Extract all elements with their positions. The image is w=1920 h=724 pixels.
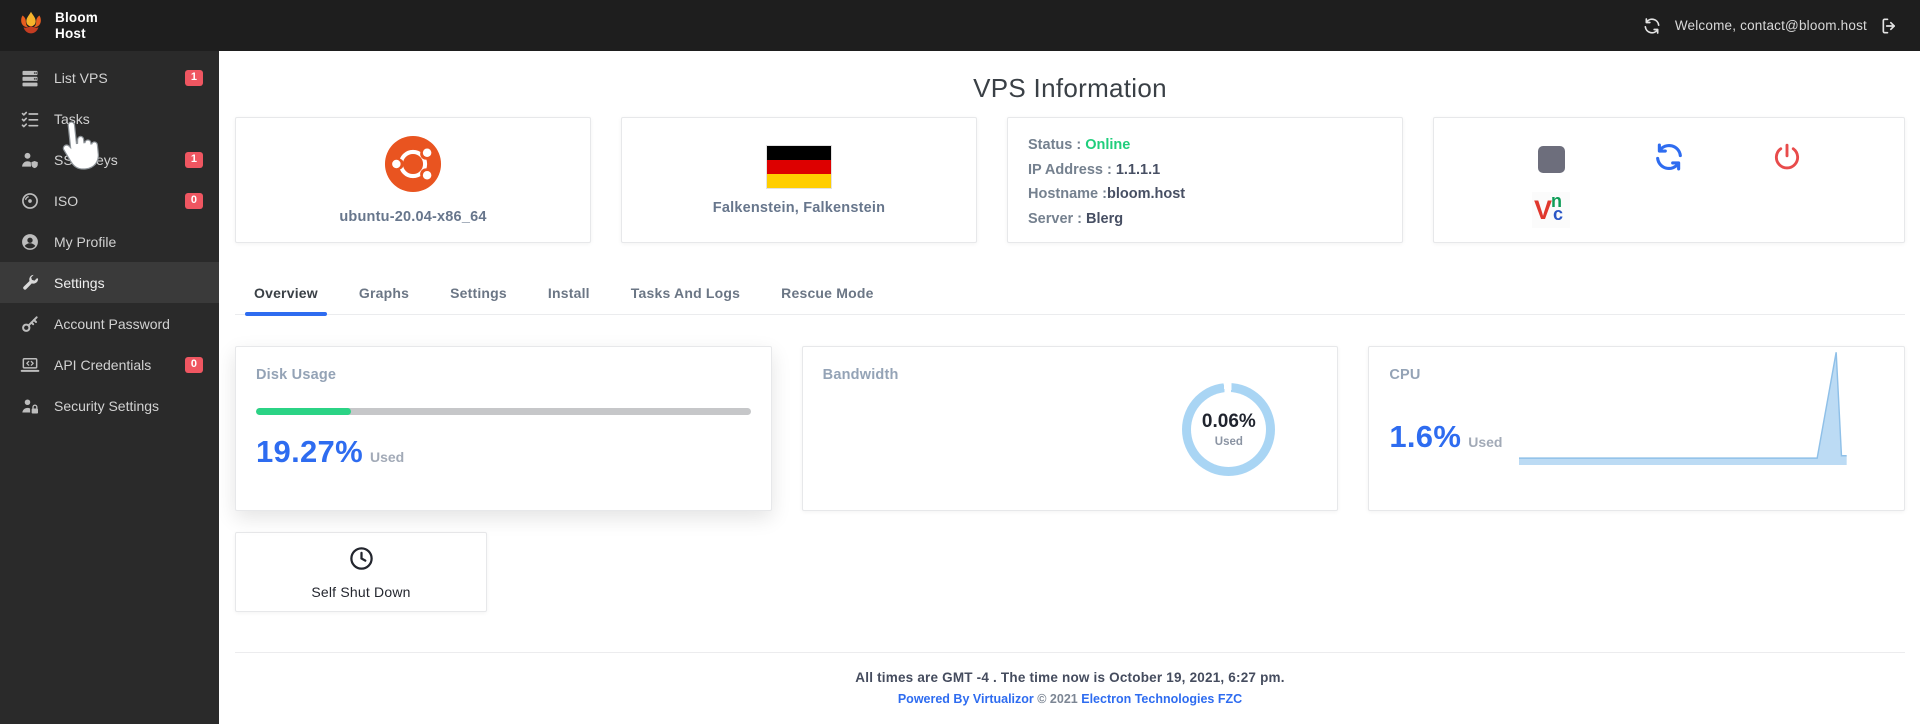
power-controls-card: V n c bbox=[1433, 117, 1905, 243]
os-name: ubuntu-20.04-x86_64 bbox=[339, 209, 486, 225]
page-title: VPS Information bbox=[235, 73, 1905, 104]
sidebar-item-label: List VPS bbox=[54, 70, 108, 86]
badge-count: 1 bbox=[185, 152, 203, 168]
welcome-text: Welcome, contact@bloom.host bbox=[1675, 18, 1867, 33]
refresh-icon[interactable] bbox=[1642, 16, 1662, 36]
disk-usage-card: Disk Usage 19.27% Used bbox=[235, 346, 772, 511]
bandwidth-donut-chart: 0.06% Used bbox=[1182, 383, 1275, 476]
tab-rescue-mode[interactable]: Rescue Mode bbox=[772, 285, 882, 314]
disk-progress-bar bbox=[256, 408, 751, 415]
badge-count: 0 bbox=[185, 193, 203, 209]
server-value: Blerg bbox=[1086, 211, 1123, 227]
sidebar-item-label: Settings bbox=[54, 275, 105, 291]
user-lock-icon bbox=[20, 396, 40, 416]
hostname-row: Hostname :bloom.host bbox=[1028, 182, 1382, 207]
info-cards-row: ubuntu-20.04-x86_64 Falkenstein, Falkens… bbox=[235, 117, 1905, 243]
sidebar-item-iso[interactable]: ISO 0 bbox=[0, 180, 219, 221]
user-shield-icon bbox=[20, 150, 40, 170]
footer-credits: Powered By Virtualizor © 2021 Electron T… bbox=[235, 692, 1905, 706]
tasks-icon bbox=[20, 109, 40, 129]
tab-graphs[interactable]: Graphs bbox=[350, 285, 418, 314]
status-card: Status : Online IP Address : 1.1.1.1 Hos… bbox=[1007, 117, 1403, 243]
hostname-value: bloom.host bbox=[1107, 186, 1185, 202]
powered-by-link[interactable]: Powered By Virtualizor bbox=[898, 692, 1034, 706]
sidebar-item-list-vps[interactable]: List VPS 1 bbox=[0, 57, 219, 98]
disc-icon bbox=[20, 191, 40, 211]
cpu-area-fill bbox=[1519, 352, 1847, 465]
cpu-area-line bbox=[1519, 352, 1847, 458]
status-online-value: Online bbox=[1085, 137, 1130, 153]
app-root: Bloom Host Welcome, contact@bloom.host bbox=[0, 0, 1920, 724]
bandwidth-percent-value: 0.06% bbox=[1202, 411, 1256, 433]
sidebar-item-account-password[interactable]: Account Password bbox=[0, 303, 219, 344]
cpu-used-label: Used bbox=[1468, 434, 1502, 450]
sidebar-item-settings[interactable]: Settings bbox=[0, 262, 219, 303]
restart-icon[interactable] bbox=[1652, 140, 1686, 179]
sidebar-item-tasks[interactable]: Tasks bbox=[0, 98, 219, 139]
self-shutdown-label: Self Shut Down bbox=[311, 584, 410, 600]
copyright-text: © 2021 bbox=[1037, 692, 1078, 706]
badge-count: 1 bbox=[185, 70, 203, 86]
sidebar-item-label: My Profile bbox=[54, 234, 116, 250]
bandwidth-title: Bandwidth bbox=[823, 367, 1318, 383]
topbar: Bloom Host Welcome, contact@bloom.host bbox=[0, 0, 1920, 51]
tab-tasks-and-logs[interactable]: Tasks And Logs bbox=[622, 285, 749, 314]
company-link[interactable]: Electron Technologies FZC bbox=[1081, 692, 1242, 706]
ip-row: IP Address : 1.1.1.1 bbox=[1028, 158, 1382, 183]
laptop-code-icon bbox=[20, 355, 40, 375]
tab-overview[interactable]: Overview bbox=[245, 285, 327, 314]
tab-settings[interactable]: Settings bbox=[441, 285, 516, 314]
clock-icon bbox=[348, 545, 375, 577]
logout-icon[interactable] bbox=[1880, 16, 1900, 36]
cpu-percent-value: 1.6% bbox=[1389, 419, 1461, 455]
vnc-logo-icon[interactable]: V n c bbox=[1532, 192, 1570, 228]
bandwidth-card: Bandwidth 0.06% Used bbox=[802, 346, 1339, 511]
location-card[interactable]: Falkenstein, Falkenstein bbox=[621, 117, 977, 243]
cpu-area-chart bbox=[1519, 350, 1847, 465]
stop-square-icon[interactable] bbox=[1538, 146, 1565, 173]
key-icon bbox=[20, 314, 40, 334]
vps-tabs: Overview Graphs Settings Install Tasks A… bbox=[235, 285, 1905, 315]
stats-row: Disk Usage 19.27% Used Bandwidth 0.06% U… bbox=[235, 346, 1905, 511]
sidebar-item-api-credentials[interactable]: API Credentials 0 bbox=[0, 344, 219, 385]
sidebar-item-label: Account Password bbox=[54, 316, 170, 332]
footer: All times are GMT -4 . The time now is O… bbox=[235, 652, 1905, 706]
badge-count: 0 bbox=[185, 357, 203, 373]
cpu-card: CPU 1.6% Used bbox=[1368, 346, 1905, 511]
brand-logo[interactable]: Bloom Host bbox=[16, 8, 98, 43]
sidebar-item-label: API Credentials bbox=[54, 357, 151, 373]
ubuntu-logo-icon bbox=[384, 135, 442, 198]
sidebar-item-label: Tasks bbox=[54, 111, 90, 127]
sidebar-item-label: SSH Keys bbox=[54, 152, 118, 168]
disk-usage-title: Disk Usage bbox=[256, 367, 751, 383]
tab-install[interactable]: Install bbox=[539, 285, 599, 314]
germany-flag-icon bbox=[766, 145, 832, 189]
user-circle-icon bbox=[20, 232, 40, 252]
topbar-right: Welcome, contact@bloom.host bbox=[1642, 16, 1900, 36]
brand-name: Bloom Host bbox=[55, 10, 98, 40]
disk-used-label: Used bbox=[370, 449, 404, 465]
location-name: Falkenstein, Falkenstein bbox=[713, 200, 885, 216]
self-shutdown-button[interactable]: Self Shut Down bbox=[235, 532, 487, 612]
ip-value: 1.1.1.1 bbox=[1116, 162, 1160, 178]
status-row: Status : Online bbox=[1028, 133, 1382, 158]
sidebar-item-security-settings[interactable]: Security Settings bbox=[0, 385, 219, 426]
sidebar-item-label: ISO bbox=[54, 193, 78, 209]
main-content: VPS Information ubuntu-20.04-x86_64 bbox=[219, 51, 1920, 724]
os-card[interactable]: ubuntu-20.04-x86_64 bbox=[235, 117, 591, 243]
power-icon[interactable] bbox=[1772, 142, 1802, 177]
sidebar-item-ssh-keys[interactable]: SSH Keys 1 bbox=[0, 139, 219, 180]
server-icon bbox=[20, 68, 40, 88]
sidebar-item-my-profile[interactable]: My Profile bbox=[0, 221, 219, 262]
sidebar-item-label: Security Settings bbox=[54, 398, 159, 414]
sidebar: List VPS 1 Tasks SSH Keys 1 bbox=[0, 51, 219, 724]
wrench-icon bbox=[20, 273, 40, 293]
server-row: Server : Blerg bbox=[1028, 207, 1382, 232]
footer-time-text: All times are GMT -4 . The time now is O… bbox=[235, 670, 1905, 685]
disk-progress-fill bbox=[256, 408, 351, 415]
bloom-flower-icon bbox=[16, 8, 46, 43]
disk-percent-value: 19.27% bbox=[256, 434, 363, 470]
bandwidth-used-label: Used bbox=[1215, 436, 1243, 448]
